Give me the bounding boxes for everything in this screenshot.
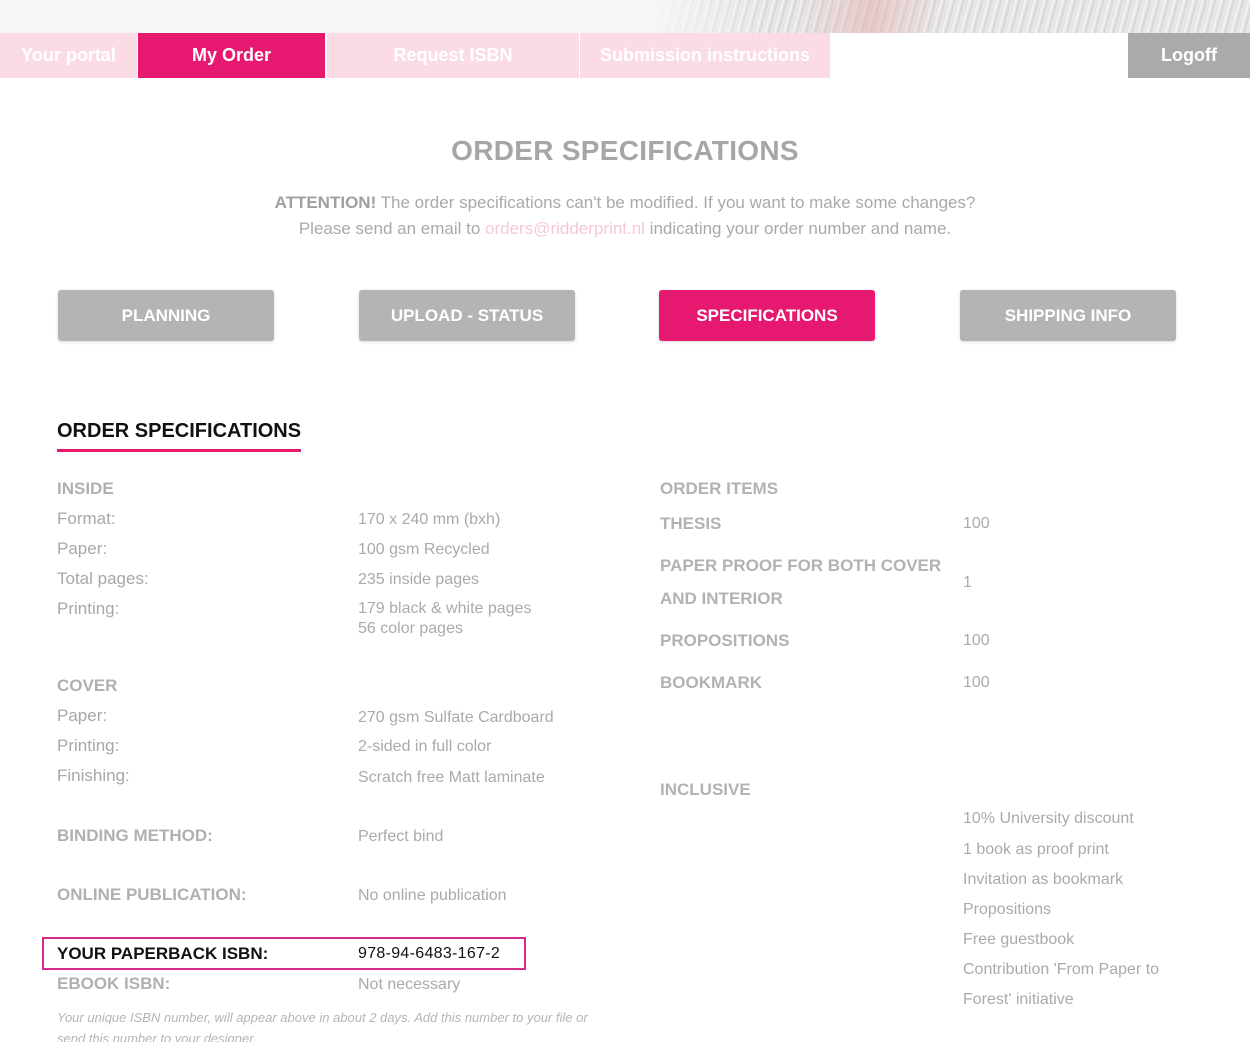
order-items-heading: ORDER ITEMS <box>660 479 779 498</box>
inclusive-item: Invitation as bookmark <box>963 871 1124 888</box>
order-item-propositions-qty: 100 <box>963 632 990 649</box>
inclusive-item: Free guestbook <box>963 931 1075 948</box>
notice-text: ATTENTION! The order specifications can'… <box>0 190 1250 242</box>
upload-status-button[interactable]: UPLOAD - STATUS <box>359 290 575 341</box>
shipping-info-button[interactable]: SHIPPING INFO <box>960 290 1176 341</box>
notice-line2-prefix: Please send an email to <box>298 219 486 238</box>
tab-my-order[interactable]: My Order <box>138 33 325 78</box>
order-item-proof-qty: 1 <box>963 574 972 591</box>
notice-line2-suffix: indicating your order number and name. <box>644 219 952 238</box>
printing-value-color: 56 color pages <box>358 620 463 637</box>
paper-label: Paper: <box>57 539 108 558</box>
page-title: ORDER SPECIFICATIONS <box>451 135 799 166</box>
tab-request-isbn[interactable]: Request ISBN <box>327 33 579 78</box>
total-pages-label: Total pages: <box>57 569 149 588</box>
total-pages-value: 235 inside pages <box>358 571 479 588</box>
cover-printing-value: 2-sided in full color <box>358 738 492 755</box>
inclusive-item: 1 book as proof print <box>963 841 1109 858</box>
format-value: 170 x 240 mm (bxh) <box>358 511 501 528</box>
online-publication-value: No online publication <box>358 887 507 904</box>
inside-heading: INSIDE <box>57 479 114 498</box>
inclusive-item: Forest' initiative <box>963 991 1074 1008</box>
finishing-value: Scratch free Matt laminate <box>358 769 545 786</box>
attention-label: ATTENTION! <box>274 193 377 212</box>
order-item-propositions-label: PROPOSITIONS <box>660 631 790 650</box>
paperback-isbn-label: YOUR PAPERBACK ISBN: <box>57 944 269 963</box>
tab-submission-instructions[interactable]: Submission instructions <box>580 33 830 78</box>
printing-label: Printing: <box>57 599 120 618</box>
order-item-thesis-qty: 100 <box>963 515 990 532</box>
paper-value: 100 gsm Recycled <box>358 541 490 558</box>
isbn-footnote: Your unique ISBN number, will appear abo… <box>57 1010 588 1042</box>
cover-heading: COVER <box>57 676 118 695</box>
tab-your-portal[interactable]: Your portal <box>0 33 137 78</box>
main-nav: Your portal My Order Request ISBN Submis… <box>0 33 1250 78</box>
email-link[interactable]: orders@ridderprint.nl <box>485 219 645 238</box>
ebook-isbn-label: EBOOK ISBN: <box>57 974 171 993</box>
logoff-button[interactable]: Logoff <box>1128 33 1250 78</box>
book-image <box>650 0 1250 33</box>
inclusive-item: Propositions <box>963 901 1052 918</box>
order-item-thesis-label: THESIS <box>660 514 722 533</box>
printing-value-bw: 179 black & white pages <box>358 600 532 617</box>
finishing-label: Finishing: <box>57 766 130 785</box>
specifications-button[interactable]: SPECIFICATIONS <box>659 290 875 341</box>
order-item-proof-label: PAPER PROOF FOR BOTH COVER <box>660 556 942 575</box>
order-item-bookmark-label: BOOKMARK <box>660 673 762 692</box>
cover-paper-label: Paper: <box>57 706 108 725</box>
online-publication-label: ONLINE PUBLICATION: <box>57 885 247 904</box>
inclusive-item: Contribution 'From Paper to <box>963 961 1160 978</box>
inclusive-item: 10% University discount <box>963 810 1134 827</box>
cover-printing-label: Printing: <box>57 736 120 755</box>
notice-line1: The order specifications can't be modifi… <box>376 193 976 212</box>
ebook-isbn-value: Not necessary <box>358 976 461 993</box>
format-label: Format: <box>57 509 116 528</box>
inclusive-heading: INCLUSIVE <box>660 780 751 799</box>
page: Your portal My Order Request ISBN Submis… <box>0 0 1250 1042</box>
cover-paper-value: 270 gsm Sulfate Cardboard <box>358 709 554 726</box>
binding-method-label: BINDING METHOD: <box>57 826 213 845</box>
binding-method-value: Perfect bind <box>358 828 444 845</box>
section-heading: ORDER SPECIFICATIONS <box>57 420 302 452</box>
header-banner <box>0 0 1250 33</box>
planning-button[interactable]: PLANNING <box>58 290 274 341</box>
paperback-isbn-value: 978-94-6483-167-2 <box>358 945 501 962</box>
book-image-accent <box>800 0 940 33</box>
order-item-proof-label-2: AND INTERIOR <box>660 589 783 608</box>
order-item-bookmark-qty: 100 <box>963 674 990 691</box>
